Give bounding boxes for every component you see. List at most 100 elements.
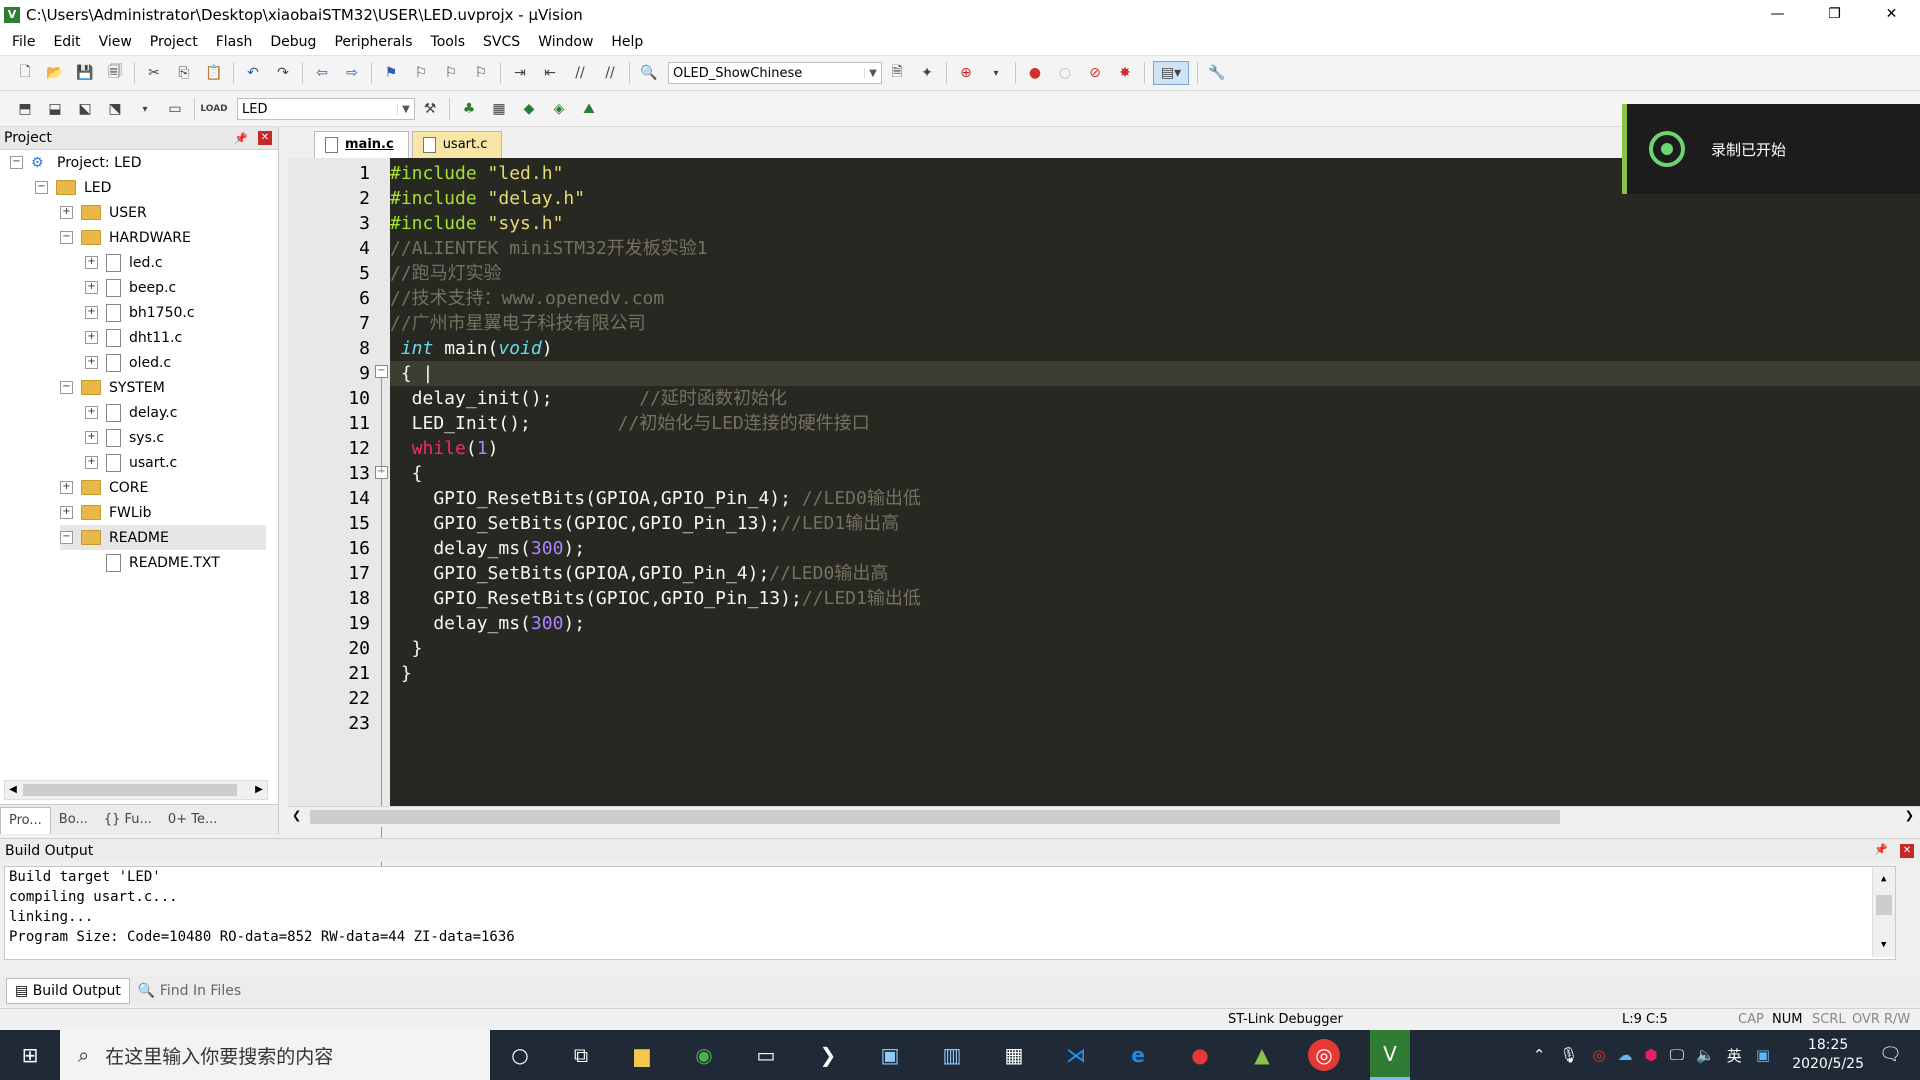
unindent-icon[interactable]: ⇤: [539, 62, 561, 84]
open-file-icon[interactable]: 📂: [44, 62, 66, 84]
edge-icon[interactable]: e: [1122, 1039, 1154, 1071]
expand-icon[interactable]: +: [85, 406, 98, 419]
tree-item[interactable]: − ⚙ Project: LED: [10, 150, 266, 175]
copy-icon[interactable]: ⎘: [173, 62, 195, 84]
tree-item[interactable]: − SYSTEM: [60, 375, 266, 400]
menu-file[interactable]: File: [0, 34, 44, 50]
expand-icon[interactable]: +: [60, 206, 73, 219]
bookmark-next-icon[interactable]: ⚐: [440, 62, 462, 84]
rebuild-icon[interactable]: ⬕: [74, 98, 96, 120]
find-icon[interactable]: 🗎: [886, 62, 908, 84]
close-button[interactable]: ✕: [1863, 0, 1920, 29]
expand-icon[interactable]: +: [85, 431, 98, 444]
cloud-icon[interactable]: ☁: [1618, 1046, 1633, 1064]
undo-icon[interactable]: ↶: [242, 62, 264, 84]
function-combo[interactable]: OLED_ShowChinese ▼: [668, 62, 882, 84]
tree-item[interactable]: + dht11.c: [85, 325, 266, 350]
menu-debug[interactable]: Debug: [261, 34, 325, 50]
kill-breakpoints-icon[interactable]: ✸: [1114, 62, 1136, 84]
scroll-right-icon[interactable]: ▶: [251, 781, 267, 799]
scroll-left-icon[interactable]: ❮: [292, 809, 301, 822]
tab-find-in-files[interactable]: 🔍 Find In Files: [130, 979, 249, 1003]
expand-icon[interactable]: +: [85, 306, 98, 319]
collapse-icon[interactable]: −: [60, 531, 73, 544]
notification-center-icon[interactable]: 🗨: [1879, 1044, 1902, 1065]
tab-books[interactable]: Bo...: [51, 807, 96, 833]
navigate-forward-icon[interactable]: ⇨: [341, 62, 363, 84]
paste-icon[interactable]: 📋: [203, 62, 225, 84]
scroll-right-icon[interactable]: ❯: [1905, 809, 1914, 822]
bookmark-prev-icon[interactable]: ⚐: [410, 62, 432, 84]
collapse-icon[interactable]: −: [60, 381, 73, 394]
uvision-taskbar-icon[interactable]: V: [1370, 1030, 1410, 1080]
task-view-icon[interactable]: ⧉: [565, 1039, 597, 1071]
scrollbar-thumb[interactable]: [23, 784, 237, 796]
disable-breakpoints-icon[interactable]: ⊘: [1084, 62, 1106, 84]
expand-icon[interactable]: +: [85, 331, 98, 344]
android-studio-icon[interactable]: ▲: [1246, 1039, 1278, 1071]
minimize-button[interactable]: —: [1749, 0, 1806, 29]
netease-music-icon[interactable]: ◎: [1308, 1039, 1340, 1071]
netease-tray-icon[interactable]: ◎: [1592, 1046, 1605, 1064]
building-app-icon[interactable]: ▥: [936, 1039, 968, 1071]
tab-usart-c[interactable]: usart.c: [411, 131, 503, 158]
close-icon[interactable]: ✕: [1900, 844, 1914, 858]
chevron-down-icon[interactable]: ▼: [864, 67, 881, 79]
expand-icon[interactable]: +: [85, 256, 98, 269]
restore-button[interactable]: ❐: [1806, 0, 1863, 29]
build-output-console[interactable]: Build target 'LED' compiling usart.c... …: [4, 866, 1896, 960]
redo-icon[interactable]: ↷: [272, 62, 294, 84]
tab-main-c[interactable]: main.c: [314, 131, 409, 158]
powershell-icon[interactable]: ❯: [812, 1039, 844, 1071]
tree-item[interactable]: + usart.c: [85, 450, 266, 475]
collapse-icon[interactable]: −: [60, 231, 73, 244]
close-icon[interactable]: ✕: [258, 131, 272, 145]
scroll-left-icon[interactable]: ◀: [5, 781, 21, 799]
tree-item[interactable]: + sys.c: [85, 425, 266, 450]
build-output-vertical-scrollbar[interactable]: ▲ ▼: [1872, 867, 1895, 957]
save-icon[interactable]: 💾: [74, 62, 96, 84]
target-combo[interactable]: LED ▼: [237, 98, 415, 120]
tab-build-output[interactable]: ▤ Build Output: [6, 978, 130, 1004]
menu-flash[interactable]: Flash: [207, 34, 262, 50]
stop-build-icon[interactable]: ▭: [164, 98, 186, 120]
configure-icon[interactable]: 🔧: [1206, 62, 1228, 84]
tree-item[interactable]: + CORE: [60, 475, 266, 500]
tree-item[interactable]: + led.c: [85, 250, 266, 275]
expand-icon[interactable]: +: [85, 456, 98, 469]
vscode-icon[interactable]: ⋊: [1060, 1039, 1092, 1071]
baidu-input-icon[interactable]: ▣: [1756, 1046, 1770, 1064]
chevron-down-icon[interactable]: ▼: [397, 103, 414, 115]
software-packs-icon[interactable]: ⛰: [578, 98, 600, 120]
cut-icon[interactable]: ✂: [143, 62, 165, 84]
tree-item[interactable]: + delay.c: [85, 400, 266, 425]
tree-item[interactable]: README.TXT: [85, 550, 266, 575]
target-options-icon[interactable]: ⚒: [419, 98, 441, 120]
download-icon[interactable]: LOAD: [200, 98, 227, 120]
find-in-files-icon[interactable]: 🔍: [638, 62, 660, 84]
tree-item[interactable]: + FWLib: [60, 500, 266, 525]
build-icon[interactable]: ⬓: [44, 98, 66, 120]
menu-project[interactable]: Project: [141, 34, 207, 50]
indent-icon[interactable]: ⇥: [509, 62, 531, 84]
expand-icon[interactable]: +: [85, 281, 98, 294]
shield-tray-icon[interactable]: ⬢: [1645, 1046, 1658, 1064]
batch-build-icon[interactable]: ⬔: [104, 98, 126, 120]
scroll-down-icon[interactable]: ▼: [1877, 935, 1886, 955]
chevron-up-icon[interactable]: ⌃: [1533, 1046, 1546, 1064]
editor-horizontal-scrollbar[interactable]: ❮ ❯: [288, 806, 1920, 827]
chrome-icon[interactable]: ◉: [688, 1039, 720, 1071]
ime-indicator[interactable]: 英: [1727, 1045, 1742, 1066]
incremental-find-icon[interactable]: ✦: [916, 62, 938, 84]
scrollbar-thumb[interactable]: [310, 810, 1560, 824]
tree-item[interactable]: − README: [60, 525, 266, 550]
chevron-down-icon[interactable]: ▾: [134, 98, 156, 120]
tree-item[interactable]: + USER: [60, 200, 266, 225]
bookmark-toggle-icon[interactable]: ⚑: [380, 62, 402, 84]
manage-rte-icon[interactable]: ▦: [488, 98, 510, 120]
tab-templates[interactable]: 0+ Te...: [160, 807, 225, 833]
taskbar-clock[interactable]: 18:25 2020/5/25: [1792, 1036, 1864, 1074]
tree-item[interactable]: − LED: [35, 175, 266, 200]
calculator-icon[interactable]: ▦: [998, 1039, 1030, 1071]
pin-icon[interactable]: 📌: [234, 132, 248, 145]
